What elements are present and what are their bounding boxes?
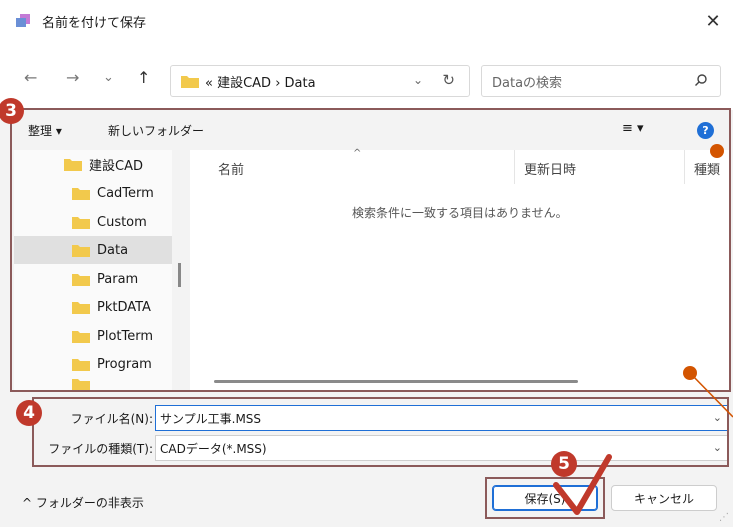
checkmark-icon [553, 454, 612, 515]
save-as-dialog: 名前を付けて保存 ✕ ← → ⌄ ↑ « 建設CAD › Data ⌄ ↻ Da… [0, 0, 733, 527]
callout-dot [710, 144, 724, 158]
callout-dot [683, 366, 697, 380]
annotation-overlay [553, 372, 733, 515]
resize-grip-icon[interactable]: ⋰ [719, 512, 729, 523]
